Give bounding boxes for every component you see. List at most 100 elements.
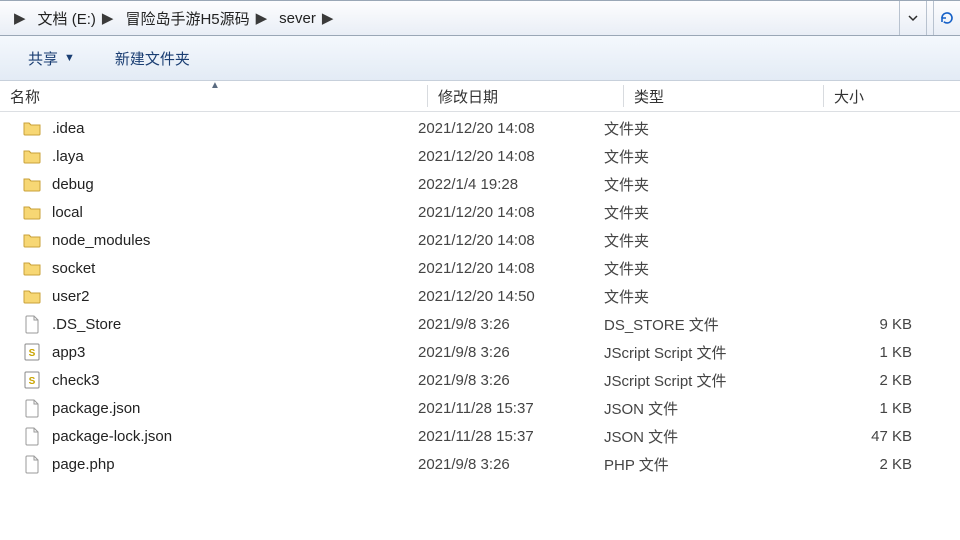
refresh-button[interactable] [933, 1, 960, 35]
folder-icon [22, 174, 42, 194]
cell-size: 2 KB [794, 372, 960, 389]
chevron-down-icon: ▼ [64, 52, 75, 64]
cell-date: 2021/12/20 14:08 [418, 148, 604, 165]
svg-text:S: S [29, 348, 36, 359]
column-header-type[interactable]: 类型 [624, 81, 824, 111]
cell-size: 9 KB [794, 316, 960, 333]
cell-type: JSON 文件 [604, 426, 794, 447]
cell-date: 2021/9/8 3:26 [418, 456, 604, 473]
address-bar: ▶文档 (E:)▶冒险岛手游H5源码▶sever▶ [0, 0, 960, 36]
breadcrumb-label: 文档 (E:) [38, 8, 96, 29]
file-row[interactable]: node_modules2021/12/20 14:08文件夹 [0, 226, 960, 254]
breadcrumb-item[interactable]: 文档 (E:) ▶ [30, 1, 118, 35]
folder-icon [22, 146, 42, 166]
address-separator [926, 1, 933, 35]
file-row[interactable]: debug 2022/1/4 19:28文件夹 [0, 170, 960, 198]
file-row[interactable]: .DS_Store 2021/9/8 3:26DS_STORE 文件9 KB [0, 310, 960, 338]
share-menu[interactable]: 共享 ▼ [28, 48, 75, 69]
cell-date: 2021/11/28 15:37 [418, 428, 604, 445]
file-name: socket [52, 260, 95, 277]
js-icon: S [22, 370, 42, 390]
cell-date: 2021/9/8 3:26 [418, 344, 604, 361]
folder-icon [22, 286, 42, 306]
cell-date: 2021/12/20 14:08 [418, 120, 604, 137]
cell-type: DS_STORE 文件 [604, 314, 794, 335]
file-icon [22, 398, 42, 418]
share-label: 共享 [28, 48, 58, 69]
cell-name: page.php [22, 454, 418, 474]
cell-type: JSON 文件 [604, 398, 794, 419]
new-folder-button[interactable]: 新建文件夹 [115, 48, 190, 69]
breadcrumb-sep: ▶ [0, 1, 30, 35]
cell-date: 2021/12/20 14:08 [418, 204, 604, 221]
file-name: app3 [52, 344, 85, 361]
cell-type: 文件夹 [604, 118, 794, 139]
file-row[interactable]: local2021/12/20 14:08文件夹 [0, 198, 960, 226]
file-row[interactable]: Scheck32021/9/8 3:26JScript Script 文件2 K… [0, 366, 960, 394]
cell-name: local [22, 202, 418, 222]
file-name: .DS_Store [52, 316, 121, 333]
cell-size: 1 KB [794, 400, 960, 417]
cell-size: 47 KB [794, 428, 960, 445]
column-header-date[interactable]: 修改日期 [428, 81, 624, 111]
folder-icon [22, 258, 42, 278]
chevron-right-icon: ▶ [102, 9, 114, 27]
cell-type: JScript Script 文件 [604, 370, 794, 391]
cell-date: 2021/12/20 14:50 [418, 288, 604, 305]
cell-size: 1 KB [794, 344, 960, 361]
folder-icon [22, 118, 42, 138]
file-row[interactable]: Sapp32021/9/8 3:26JScript Script 文件1 KB [0, 338, 960, 366]
breadcrumb[interactable]: ▶文档 (E:)▶冒险岛手游H5源码▶sever▶ [0, 1, 899, 35]
file-name: .laya [52, 148, 84, 165]
cell-date: 2022/1/4 19:28 [418, 176, 604, 193]
column-header-name[interactable]: 名称 [0, 81, 428, 111]
cell-name: user2 [22, 286, 418, 306]
file-name: package-lock.json [52, 428, 172, 445]
file-row[interactable]: package-lock.json 2021/11/28 15:37JSON 文件… [0, 422, 960, 450]
file-row[interactable]: page.php 2021/9/8 3:26PHP 文件2 KB [0, 450, 960, 478]
address-dropdown-button[interactable] [899, 1, 926, 35]
cell-name: .idea [22, 118, 418, 138]
cell-date: 2021/11/28 15:37 [418, 400, 604, 417]
cell-date: 2021/12/20 14:08 [418, 260, 604, 277]
svg-text:S: S [29, 376, 36, 387]
cell-name: package-lock.json [22, 426, 418, 446]
cell-name: Sapp3 [22, 342, 418, 362]
cell-name: .laya [22, 146, 418, 166]
cell-date: 2021/9/8 3:26 [418, 372, 604, 389]
file-name: check3 [52, 372, 100, 389]
new-folder-label: 新建文件夹 [115, 48, 190, 69]
folder-icon [22, 202, 42, 222]
file-name: local [52, 204, 83, 221]
cell-size: 2 KB [794, 456, 960, 473]
column-headers: ▲ 名称 修改日期 类型 大小 [0, 81, 960, 112]
file-name: .idea [52, 120, 85, 137]
breadcrumb-item[interactable]: sever▶ [271, 1, 337, 35]
breadcrumb-label: sever [279, 10, 316, 27]
file-row[interactable]: package.json 2021/11/28 15:37JSON 文件1 KB [0, 394, 960, 422]
cell-name: socket [22, 258, 418, 278]
file-name: page.php [52, 456, 115, 473]
file-row[interactable]: .idea 2021/12/20 14:08文件夹 [0, 114, 960, 142]
chevron-right-icon: ▶ [256, 9, 268, 27]
file-row[interactable]: socket2021/12/20 14:08文件夹 [0, 254, 960, 282]
column-header-size[interactable]: 大小 [824, 81, 960, 111]
cell-type: 文件夹 [604, 146, 794, 167]
cell-name: package.json [22, 398, 418, 418]
address-bar-controls [899, 1, 960, 35]
cell-name: Scheck3 [22, 370, 418, 390]
cell-type: 文件夹 [604, 174, 794, 195]
file-row[interactable]: .laya 2021/12/20 14:08文件夹 [0, 142, 960, 170]
cell-date: 2021/9/8 3:26 [418, 316, 604, 333]
file-name: package.json [52, 400, 140, 417]
file-row[interactable]: user22021/12/20 14:50文件夹 [0, 282, 960, 310]
cell-type: JScript Script 文件 [604, 342, 794, 363]
file-name: user2 [52, 288, 90, 305]
toolbar: 共享 ▼ 新建文件夹 [0, 36, 960, 81]
cell-type: PHP 文件 [604, 454, 794, 475]
cell-name: debug [22, 174, 418, 194]
breadcrumb-label: 冒险岛手游H5源码 [125, 8, 249, 29]
file-name: debug [52, 176, 94, 193]
js-icon: S [22, 342, 42, 362]
breadcrumb-item[interactable]: 冒险岛手游H5源码 ▶ [117, 1, 271, 35]
